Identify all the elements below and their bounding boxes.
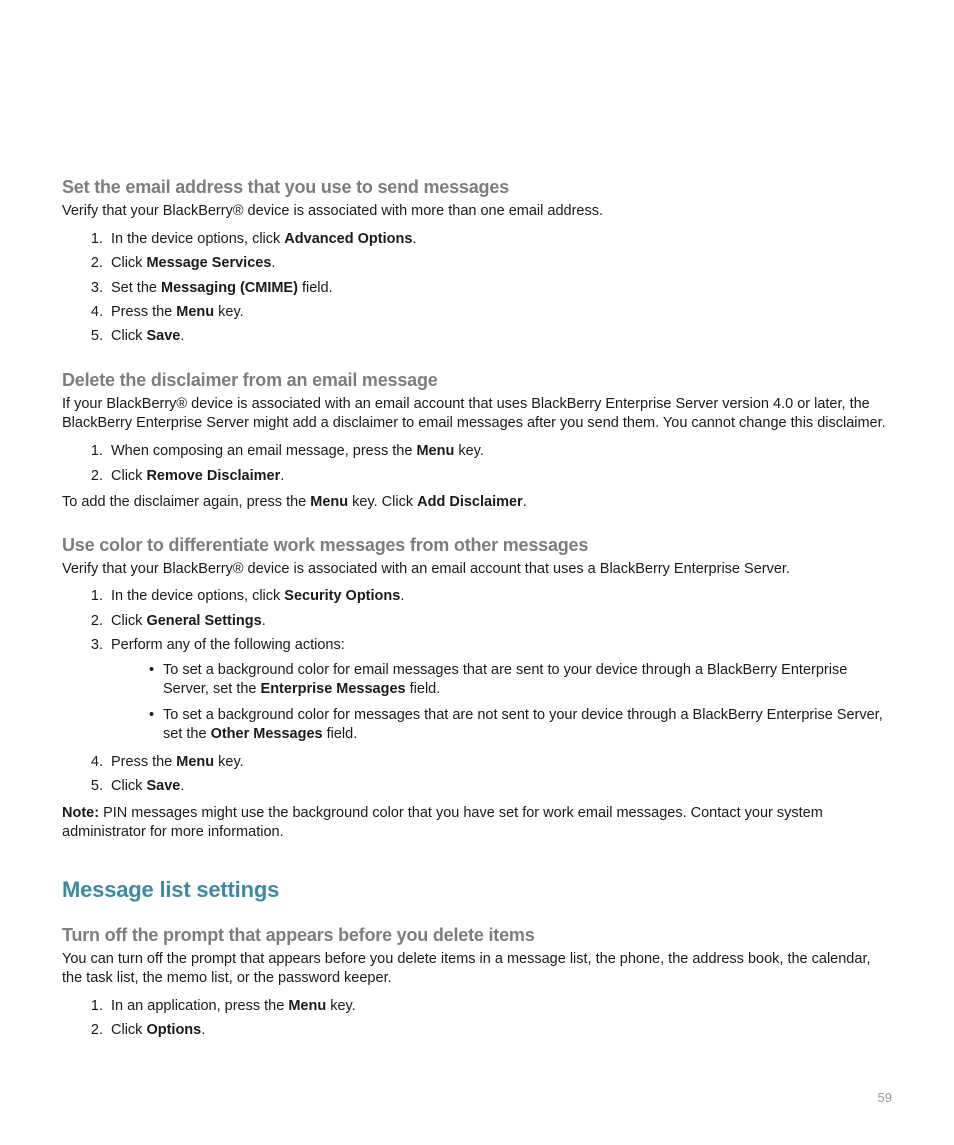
- list-item: Press the Menu key.: [107, 751, 892, 773]
- list-item: In the device options, click Advanced Op…: [107, 228, 892, 250]
- list-item: To set a background color for messages t…: [149, 706, 892, 745]
- list-item: To set a background color for email mess…: [149, 661, 892, 700]
- paragraph: If your BlackBerry® device is associated…: [62, 395, 892, 434]
- ordered-list: In the device options, click Security Op…: [62, 585, 892, 798]
- list-item: Click General Settings.: [107, 610, 892, 632]
- note-paragraph: Note: PIN messages might use the backgro…: [62, 804, 892, 843]
- ordered-list: In an application, press the Menu key. C…: [62, 995, 892, 1042]
- paragraph: Verify that your BlackBerry® device is a…: [62, 560, 892, 580]
- heading-delete-disclaimer: Delete the disclaimer from an email mess…: [62, 370, 892, 391]
- list-item: In the device options, click Security Op…: [107, 585, 892, 607]
- heading-use-color: Use color to differentiate work messages…: [62, 535, 892, 556]
- list-item: When composing an email message, press t…: [107, 440, 892, 462]
- list-item: Press the Menu key.: [107, 301, 892, 323]
- list-item: Click Save.: [107, 325, 892, 347]
- document-page: Set the email address that you use to se…: [0, 0, 954, 1145]
- list-item: Click Save.: [107, 775, 892, 797]
- list-item: Set the Messaging (CMIME) field.: [107, 277, 892, 299]
- ordered-list: In the device options, click Advanced Op…: [62, 228, 892, 348]
- page-number: 59: [878, 1090, 892, 1105]
- paragraph: Verify that your BlackBerry® device is a…: [62, 202, 892, 222]
- list-item: In an application, press the Menu key.: [107, 995, 892, 1017]
- list-item: Click Remove Disclaimer.: [107, 465, 892, 487]
- list-item: Click Message Services.: [107, 252, 892, 274]
- list-item: Click Options.: [107, 1019, 892, 1041]
- bullet-list: To set a background color for email mess…: [111, 661, 892, 745]
- heading-message-list-settings: Message list settings: [62, 877, 892, 903]
- paragraph: You can turn off the prompt that appears…: [62, 950, 892, 989]
- heading-turn-off-prompt: Turn off the prompt that appears before …: [62, 925, 892, 946]
- ordered-list: When composing an email message, press t…: [62, 440, 892, 487]
- paragraph: To add the disclaimer again, press the M…: [62, 493, 892, 513]
- list-item: Perform any of the following actions: To…: [107, 634, 892, 745]
- heading-set-email-address: Set the email address that you use to se…: [62, 177, 892, 198]
